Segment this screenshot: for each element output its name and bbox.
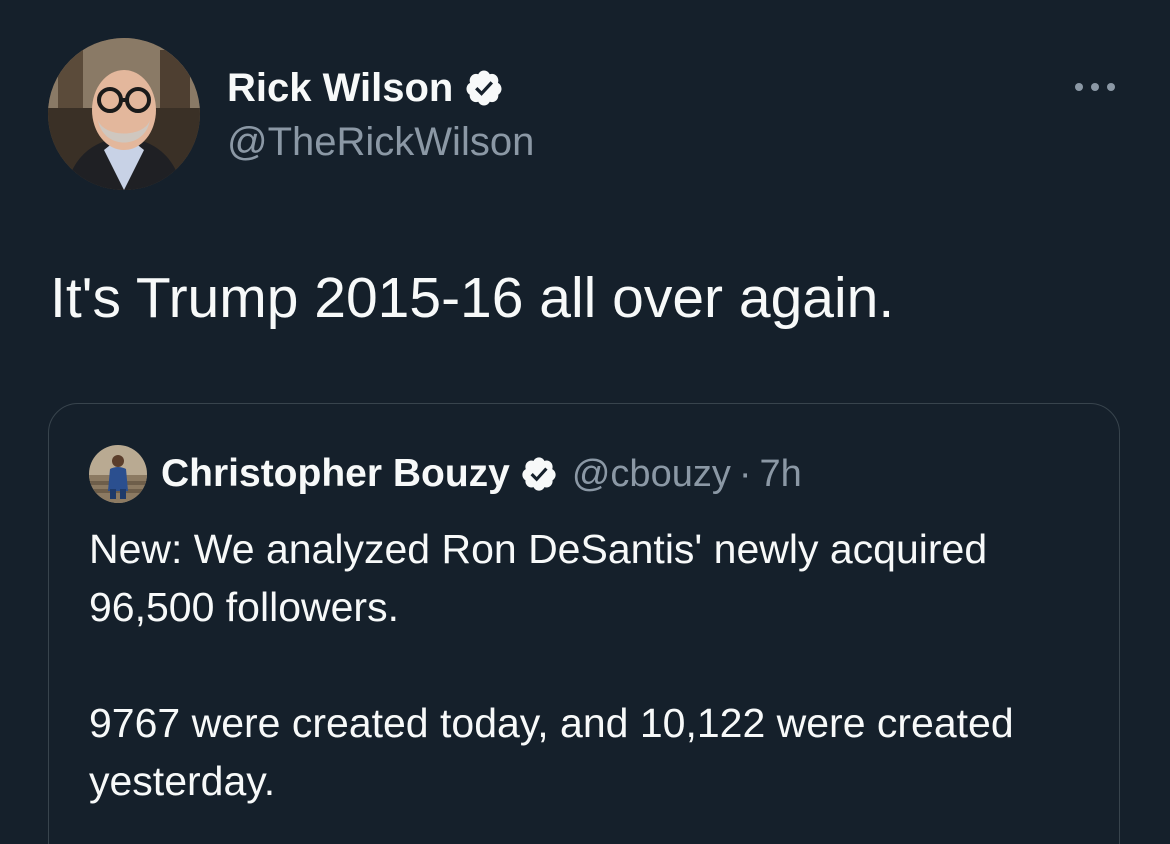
quoted-tweet-text: New: We analyzed Ron DeSantis' newly acq…: [89, 520, 1099, 810]
more-options-icon[interactable]: [1070, 72, 1120, 102]
quoted-tweet-paragraph: 9767 were created today, and 10,122 were…: [89, 700, 1014, 804]
quoted-tweet-paragraph: New: We analyzed Ron DeSantis' newly acq…: [89, 526, 988, 630]
verified-badge-icon: [466, 70, 502, 106]
tweet-view: Rick Wilson @TheRickWilson It's Trump 20…: [0, 0, 1170, 844]
quoted-author-name[interactable]: Christopher Bouzy: [161, 452, 510, 496]
quoted-tweet-time[interactable]: 7h: [760, 453, 802, 496]
verified-badge-icon: [522, 457, 556, 491]
quoted-author-avatar[interactable]: [89, 445, 147, 503]
author-avatar[interactable]: [48, 38, 200, 190]
quoted-tweet-card[interactable]: Christopher Bouzy @cbouzy · 7h New: We a…: [48, 403, 1120, 844]
author-handle[interactable]: @TheRickWilson: [227, 118, 534, 166]
tweet-text: It's Trump 2015-16 all over again.: [50, 266, 895, 330]
separator-dot: ·: [738, 452, 752, 495]
quoted-author-handle[interactable]: @cbouzy: [572, 453, 731, 496]
author-name-text[interactable]: Rick Wilson: [227, 64, 453, 112]
quoted-tweet-header: Christopher Bouzy @cbouzy · 7h: [89, 445, 802, 503]
author-name[interactable]: Rick Wilson: [227, 64, 504, 112]
